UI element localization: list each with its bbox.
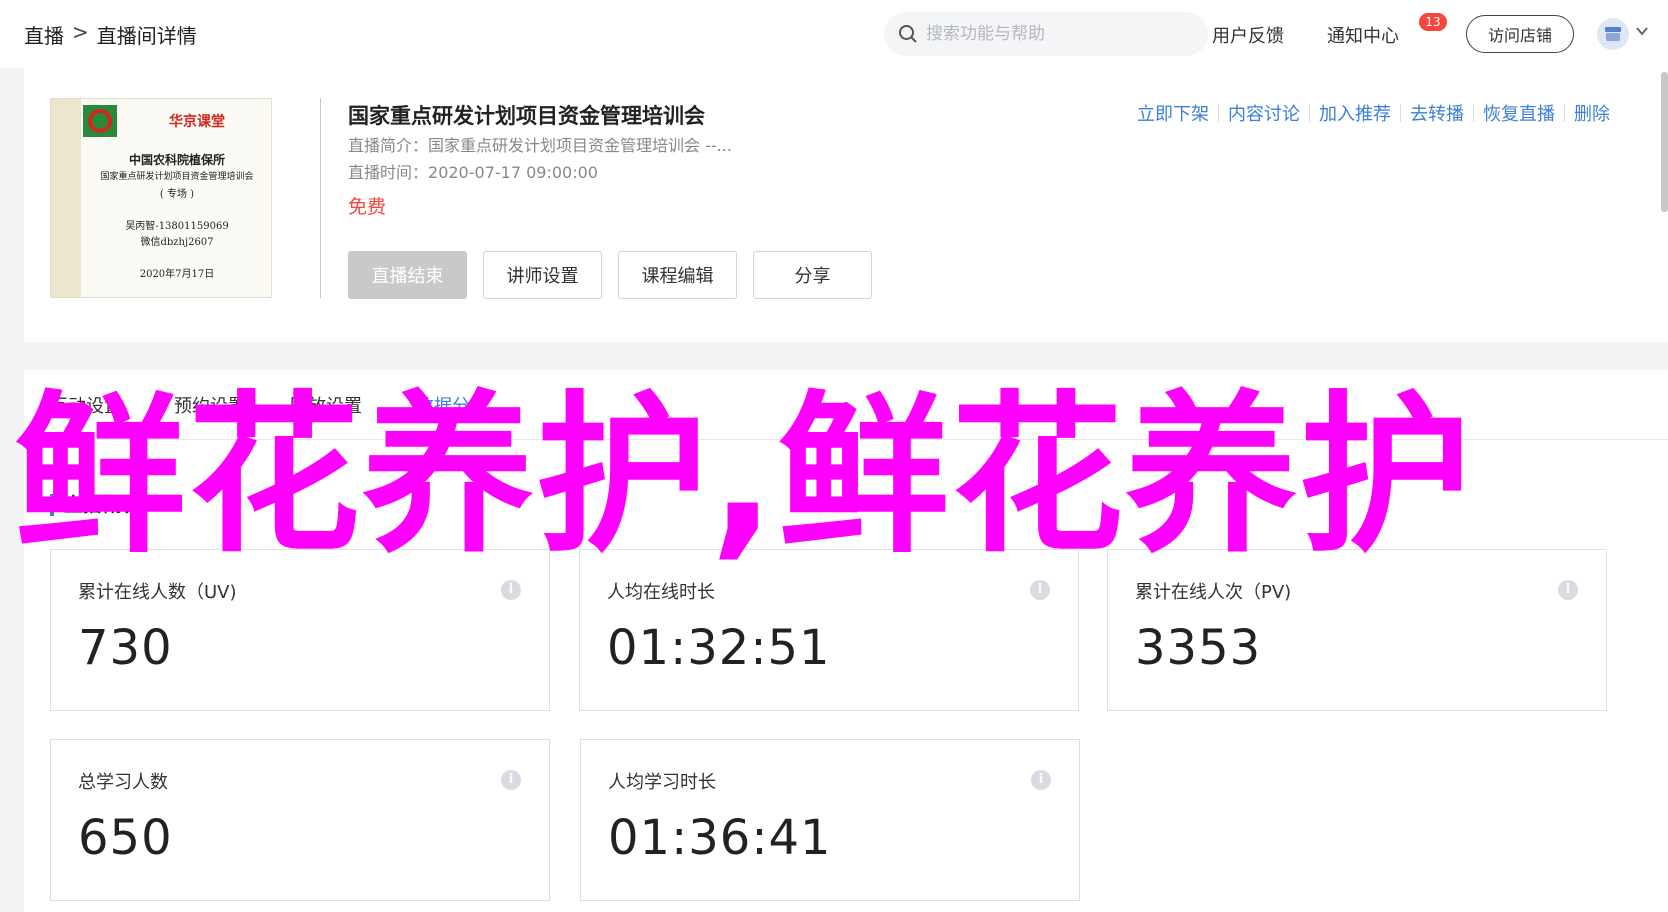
live-intro: 直播简介：国家重点研发计划项目资金管理培训会 --... xyxy=(348,132,732,156)
search-icon xyxy=(899,25,917,43)
content-discussion-link[interactable]: 内容讨论 xyxy=(1228,100,1300,126)
stat-value: 650 xyxy=(78,810,173,866)
cover-org: 中国农科院植保所 xyxy=(128,153,225,167)
stat-value: 730 xyxy=(78,620,173,676)
cover-course: 国家重点研发计划项目资金管理培训会 xyxy=(100,172,254,182)
chevron-down-icon[interactable] xyxy=(1636,26,1648,36)
action-divider xyxy=(1218,104,1219,122)
watermark-overlay-text: 鲜花养护,鲜花养护 xyxy=(14,375,1474,576)
breadcrumb-live[interactable]: 直播 xyxy=(24,20,64,49)
stat-label: 人均学习时长 xyxy=(608,772,716,793)
stat-card-total-learners: 总学习人数 i 650 xyxy=(50,739,550,901)
avatar[interactable] xyxy=(1597,18,1629,50)
notification-center-link[interactable]: 通知中心 xyxy=(1327,22,1399,48)
notification-badge: 13 xyxy=(1419,13,1447,31)
stat-card-avg-learning-time: 人均学习时长 i 01:36:41 xyxy=(580,739,1080,901)
info-icon[interactable]: i xyxy=(1558,580,1578,600)
cover-wechat: 微信dbzhj2607 xyxy=(140,237,214,248)
info-icon[interactable]: i xyxy=(501,770,521,790)
feedback-link[interactable]: 用户反馈 xyxy=(1212,22,1284,48)
live-price: 免费 xyxy=(348,196,387,218)
action-divider xyxy=(1400,104,1401,122)
cover-contact: 吴丙智-13801159069 xyxy=(125,221,229,232)
stat-value: 3353 xyxy=(1135,620,1262,676)
vertical-divider xyxy=(320,98,321,298)
live-intro-text: 国家重点研发计划项目资金管理培训会 --... xyxy=(428,136,732,155)
stat-label: 累计在线人数（UV) xyxy=(78,582,237,603)
top-bar xyxy=(0,0,1668,68)
cover-brand: 华京课堂 xyxy=(169,114,225,130)
action-divider xyxy=(1309,104,1310,122)
live-time: 直播时间：2020-07-17 09:00:00 xyxy=(348,159,598,183)
delete-link[interactable]: 删除 xyxy=(1574,100,1610,126)
search-input[interactable] xyxy=(926,24,1186,44)
stat-label: 人均在线时长 xyxy=(607,582,715,603)
info-icon[interactable]: i xyxy=(1030,580,1050,600)
action-divider xyxy=(1564,104,1565,122)
search-box[interactable] xyxy=(884,12,1208,56)
rebroadcast-link[interactable]: 去转播 xyxy=(1410,100,1464,126)
live-cover-image: 华京课堂 中国农科院植保所 国家重点研发计划项目资金管理培训会 ( 专场 ) 吴… xyxy=(50,98,272,298)
info-icon[interactable]: i xyxy=(1031,770,1051,790)
action-divider xyxy=(1473,104,1474,122)
live-time-label: 直播时间： xyxy=(348,163,429,182)
stat-value: 01:32:51 xyxy=(607,620,831,676)
stat-label: 总学习人数 xyxy=(78,772,168,793)
live-ended-button[interactable]: 直播结束 xyxy=(348,251,467,299)
store-icon xyxy=(1605,27,1621,41)
breadcrumb-live-detail: 直播间详情 xyxy=(96,24,197,48)
unpublish-link[interactable]: 立即下架 xyxy=(1137,100,1209,126)
visit-store-button[interactable]: 访问店铺 xyxy=(1466,15,1574,53)
live-intro-label: 直播简介： xyxy=(348,136,429,155)
resume-live-link[interactable]: 恢复直播 xyxy=(1483,100,1555,126)
cover-tag: ( 专场 ) xyxy=(159,189,195,200)
course-edit-button[interactable]: 课程编辑 xyxy=(618,251,737,299)
live-actions: 立即下架 内容讨论 加入推荐 去转播 恢复直播 删除 xyxy=(1137,100,1610,126)
lecturer-settings-button[interactable]: 讲师设置 xyxy=(483,251,602,299)
scrollbar[interactable] xyxy=(1661,72,1668,212)
live-time-value: 2020-07-17 09:00:00 xyxy=(428,163,598,182)
stat-value: 01:36:41 xyxy=(608,810,832,866)
share-button[interactable]: 分享 xyxy=(753,251,872,299)
info-icon[interactable]: i xyxy=(501,580,521,600)
cover-date: 2020年7月17日 xyxy=(139,269,215,280)
stat-label: 累计在线人次（PV) xyxy=(1135,582,1292,603)
add-recommend-link[interactable]: 加入推荐 xyxy=(1319,100,1391,126)
breadcrumb-separator: > xyxy=(72,20,89,44)
live-title: 国家重点研发计划项目资金管理培训会 xyxy=(348,104,705,128)
breadcrumb: 直播 > 直播间详情 xyxy=(24,20,197,49)
